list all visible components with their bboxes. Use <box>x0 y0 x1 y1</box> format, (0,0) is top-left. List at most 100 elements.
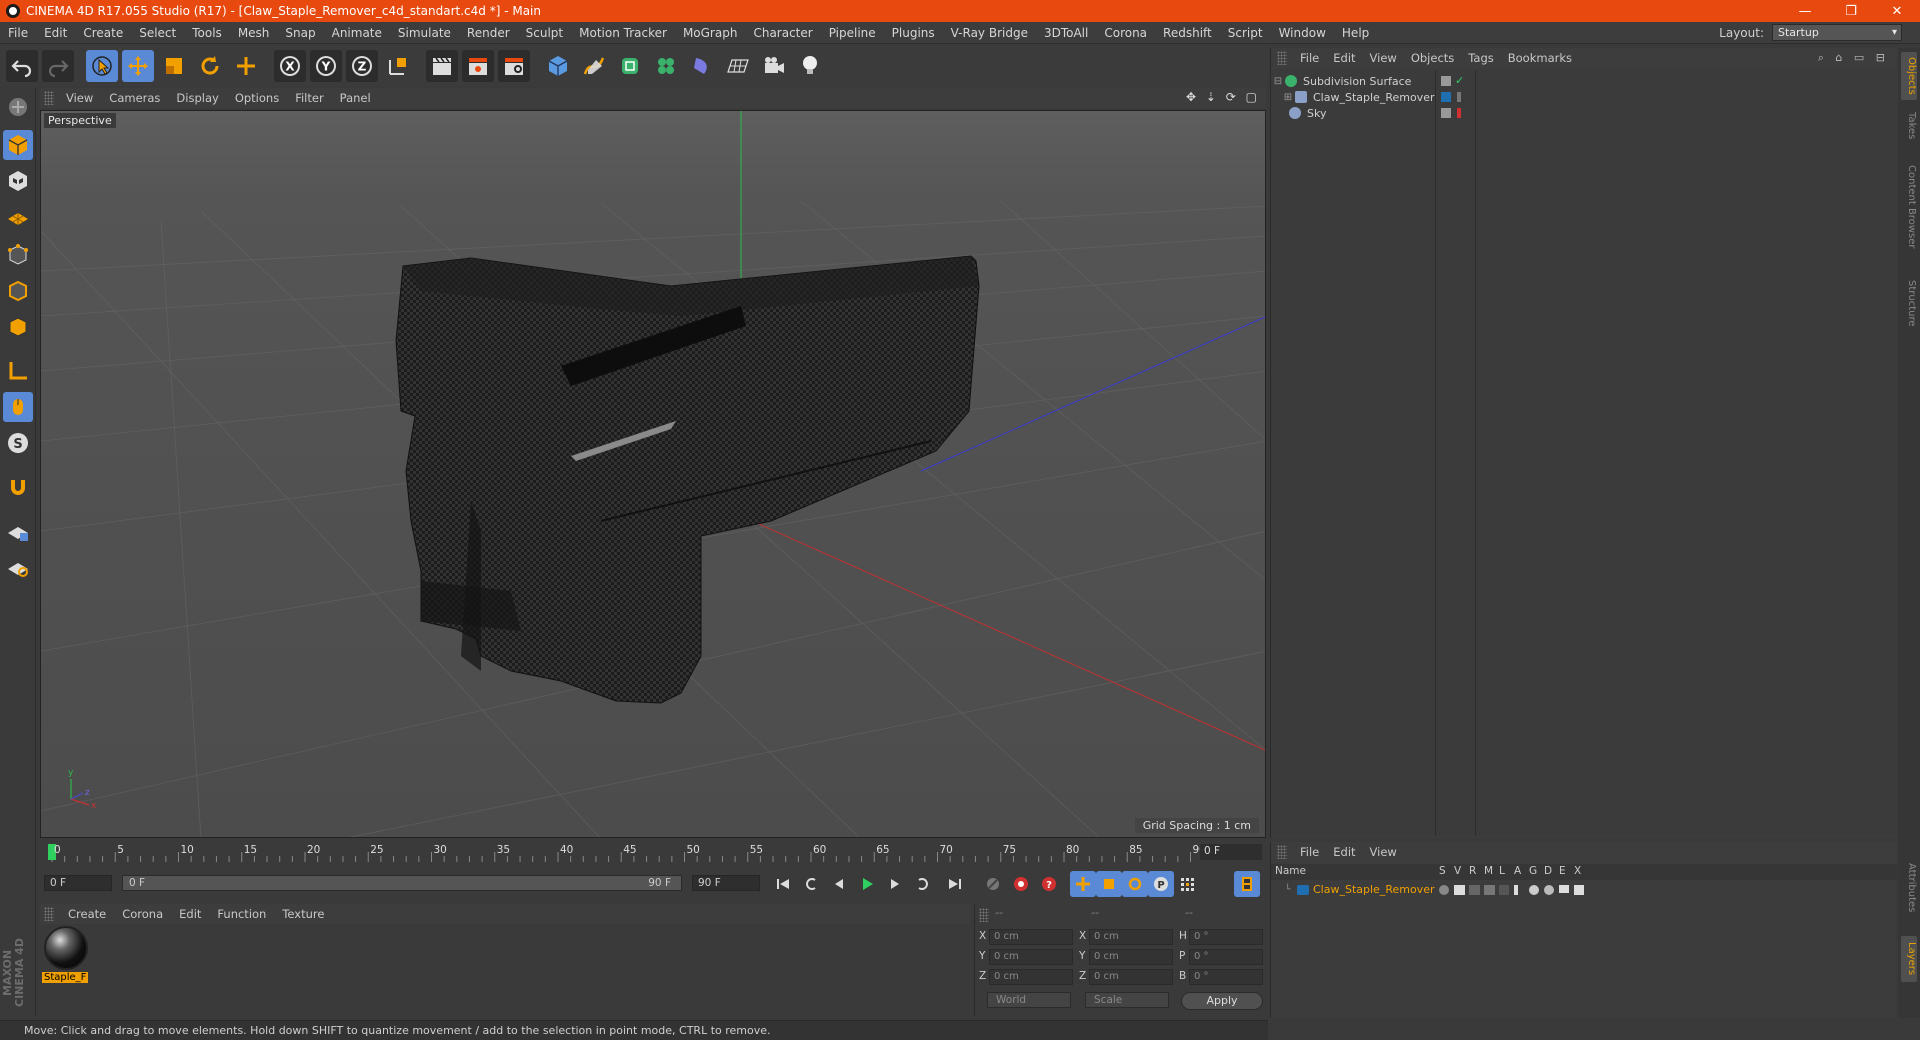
preview-range-slider[interactable]: 0 F 90 F <box>122 875 682 891</box>
polygons-mode-button[interactable] <box>3 312 33 342</box>
go-to-start-button[interactable] <box>770 871 796 897</box>
size-x-field[interactable]: 0 cm <box>1089 929 1173 945</box>
key-rotation-button[interactable] <box>1122 871 1148 897</box>
rotate-tool-button[interactable] <box>194 50 226 82</box>
viewport-menu-panel[interactable]: Panel <box>332 91 379 105</box>
move-tool-button[interactable] <box>122 49 154 82</box>
coordinate-system-button[interactable] <box>382 50 414 82</box>
go-to-end-button[interactable] <box>942 871 968 897</box>
play-button[interactable] <box>854 871 880 897</box>
add-generator-button[interactable] <box>614 50 646 82</box>
add-deformer-button[interactable] <box>686 50 718 82</box>
tweak-mode-button[interactable] <box>3 392 33 422</box>
z-axis-lock-button[interactable]: Z <box>346 49 378 82</box>
layout-dropdown[interactable]: Startup <box>1772 24 1902 41</box>
viewport-menu-cameras[interactable]: Cameras <box>101 91 168 105</box>
menu-help[interactable]: Help <box>1334 26 1377 40</box>
material-menu-function[interactable]: Function <box>209 907 274 921</box>
viewport-camera-label[interactable]: Perspective <box>44 113 116 128</box>
viewport-navigation-icons[interactable]: ✥ ⇣ ⟳ ▢ <box>1186 90 1260 104</box>
add-light-button[interactable] <box>794 50 826 82</box>
render-view-button[interactable] <box>426 49 458 82</box>
object-row-sky[interactable]: Sky <box>1271 104 1897 122</box>
lm-menu-file[interactable]: File <box>1293 845 1326 859</box>
panel-grip-icon[interactable] <box>44 907 54 921</box>
position-z-field[interactable]: 0 cm <box>989 969 1073 985</box>
axis-mode-button[interactable] <box>3 356 33 386</box>
render-toggle-icon[interactable] <box>1469 885 1480 895</box>
visibility-dots-icon[interactable] <box>1457 108 1461 118</box>
next-key-button[interactable] <box>910 871 936 897</box>
menu-animate[interactable]: Animate <box>324 26 390 40</box>
make-editable-button[interactable] <box>3 92 33 122</box>
panel-grip-icon[interactable] <box>44 91 54 105</box>
menu-motion-tracker[interactable]: Motion Tracker <box>571 26 675 40</box>
panel-grip-icon[interactable] <box>1277 51 1287 65</box>
om-menu-view[interactable]: View <box>1363 51 1404 65</box>
rotation-p-field[interactable]: 0 ° <box>1189 949 1263 965</box>
render-settings-button[interactable] <box>498 49 530 82</box>
edit-toggle-icon[interactable] <box>1441 76 1451 86</box>
panel-grip-icon[interactable] <box>979 908 989 922</box>
previous-frame-button[interactable] <box>826 871 852 897</box>
autokeying-button[interactable] <box>1008 871 1034 897</box>
restore-button[interactable]: ❐ <box>1828 0 1874 22</box>
menu-edit[interactable]: Edit <box>36 26 75 40</box>
visibility-dots-icon[interactable] <box>1457 92 1461 102</box>
material-menu-texture[interactable]: Texture <box>274 907 332 921</box>
om-menu-bookmarks[interactable]: Bookmarks <box>1501 51 1579 65</box>
menu-3dtoall[interactable]: 3DToAll <box>1036 26 1096 40</box>
expand-toggle-icon[interactable]: ⊟ <box>1271 76 1285 87</box>
menu-tools[interactable]: Tools <box>184 26 230 40</box>
menu-vray-bridge[interactable]: V-Ray Bridge <box>943 26 1036 40</box>
om-menu-objects[interactable]: Objects <box>1404 51 1461 65</box>
live-selection-button[interactable] <box>86 49 118 82</box>
rotation-b-field[interactable]: 0 ° <box>1189 969 1263 985</box>
timeline-layout-button[interactable] <box>1234 871 1260 897</box>
menu-sculpt[interactable]: Sculpt <box>518 26 571 40</box>
menu-redshift[interactable]: Redshift <box>1155 26 1220 40</box>
planar-workplane-button[interactable] <box>3 552 33 582</box>
render-picture-viewer-button[interactable] <box>462 49 494 82</box>
coordinate-mode-dropdown[interactable]: Scale <box>1085 992 1169 1008</box>
key-parameter-button[interactable]: P <box>1148 871 1174 897</box>
menu-mograph[interactable]: MoGraph <box>675 26 746 40</box>
material-menu-edit[interactable]: Edit <box>171 907 209 921</box>
start-frame-field[interactable]: 0 F <box>44 875 112 891</box>
tab-takes[interactable]: Takes <box>1901 106 1917 146</box>
manager-toggle-icon[interactable] <box>1484 885 1495 895</box>
apply-button[interactable]: Apply <box>1181 992 1263 1010</box>
key-scale-button[interactable] <box>1096 871 1122 897</box>
viewport-menu-filter[interactable]: Filter <box>287 91 331 105</box>
tab-content-browser[interactable]: Content Browser <box>1901 152 1917 262</box>
rotation-h-field[interactable]: 0 ° <box>1189 929 1263 945</box>
animation-toggle-icon[interactable] <box>1514 885 1518 895</box>
y-axis-lock-button[interactable]: Y <box>310 49 342 82</box>
tab-layers[interactable]: Layers <box>1901 936 1917 982</box>
lock-toggle-icon[interactable] <box>1499 885 1509 895</box>
points-mode-button[interactable] <box>3 240 33 270</box>
viewport-menu-view[interactable]: View <box>58 91 101 105</box>
texture-mode-button[interactable] <box>3 166 33 196</box>
solo-toggle-icon[interactable] <box>1439 885 1449 895</box>
layer-row[interactable]: └ Claw_Staple_Remover <box>1271 882 1897 898</box>
tab-structure[interactable]: Structure <box>1901 270 1917 336</box>
view-toggle-icon[interactable] <box>1454 885 1465 895</box>
viewport-menu-display[interactable]: Display <box>168 91 226 105</box>
edges-mode-button[interactable] <box>3 276 33 306</box>
edit-toggle-icon[interactable] <box>1441 108 1451 118</box>
viewport-menu-options[interactable]: Options <box>227 91 287 105</box>
size-y-field[interactable]: 0 cm <box>1089 949 1173 965</box>
scale-tool-button[interactable] <box>158 50 190 82</box>
menu-simulate[interactable]: Simulate <box>390 26 459 40</box>
panel-grip-icon[interactable] <box>1277 845 1287 859</box>
om-menu-tags[interactable]: Tags <box>1461 51 1500 65</box>
locked-workplane-button[interactable] <box>3 516 33 546</box>
add-spline-button[interactable] <box>578 50 610 82</box>
snap-button[interactable]: S <box>3 428 33 458</box>
expand-toggle-icon[interactable]: ⊞ <box>1281 92 1295 103</box>
lm-menu-edit[interactable]: Edit <box>1326 845 1362 859</box>
add-camera-button[interactable] <box>758 50 790 82</box>
menu-file[interactable]: File <box>0 26 36 40</box>
model-mode-button[interactable] <box>3 130 33 160</box>
